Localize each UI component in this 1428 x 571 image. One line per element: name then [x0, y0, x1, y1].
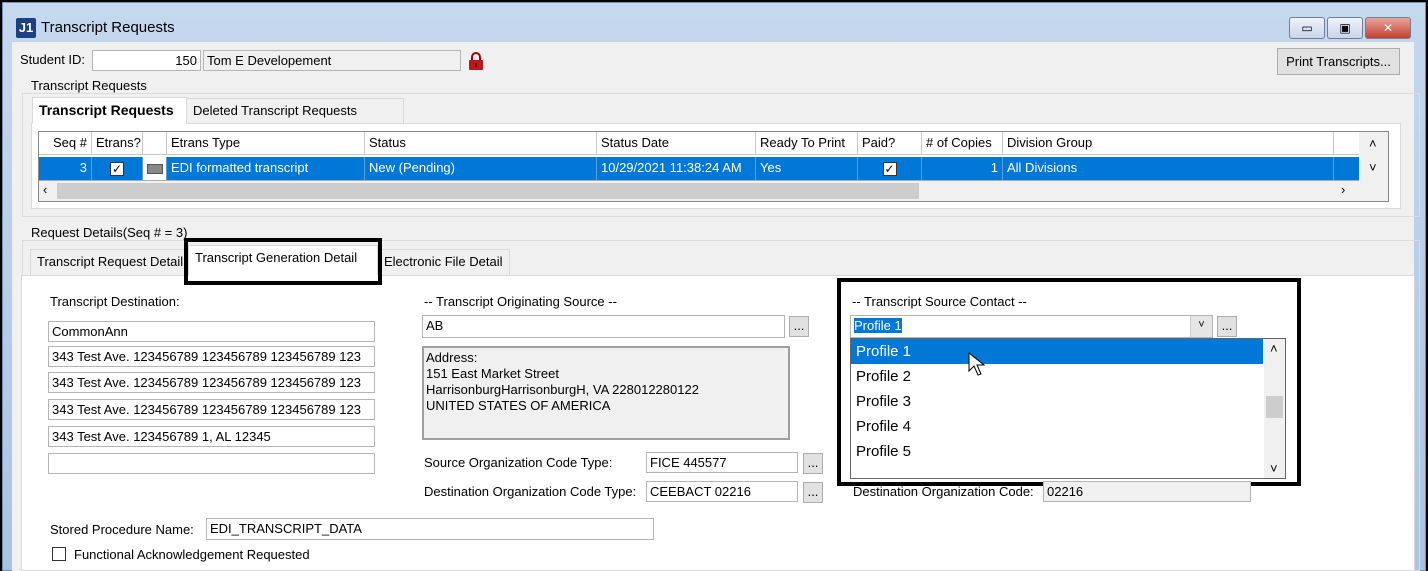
col-header-paid[interactable]: Paid? [858, 132, 922, 155]
scroll-up-icon[interactable]: ˄ [1369, 136, 1377, 151]
highlight-box-tab [184, 238, 382, 285]
vertical-scrollbar[interactable]: ˄ ˅ [1359, 132, 1388, 181]
source-code-type-lookup-button[interactable]: ... [803, 453, 823, 474]
col-header-icon[interactable] [143, 132, 167, 155]
dest-org-code-field: 02216 [1043, 481, 1251, 502]
col-header-seq[interactable]: Seq # [39, 132, 92, 155]
transcript-requests-group-label: Transcript Requests [29, 78, 149, 93]
tab-transcript-requests[interactable]: Transcript Requests [32, 97, 187, 124]
destination-line-1[interactable]: CommonAnn [48, 321, 375, 342]
address-country: UNITED STATES OF AMERICA [426, 398, 611, 413]
stored-procedure-label: Stored Procedure Name: [50, 522, 194, 537]
minimize-button[interactable]: ▭ [1289, 17, 1325, 39]
address-city: HarrisonburgHarrisonburgH, VA 2280122801… [426, 382, 699, 397]
student-id-input[interactable]: 150 [92, 50, 201, 71]
dest-code-type-lookup-button[interactable]: ... [803, 482, 823, 503]
address-street: 151 East Market Street [426, 366, 559, 381]
col-header-status-date[interactable]: Status Date [597, 132, 756, 155]
col-header-etrans-type[interactable]: Etrans Type [167, 132, 365, 155]
scrollbar-thumb[interactable] [57, 183, 919, 199]
cell-copies[interactable]: 1 [922, 157, 1003, 180]
cell-ready[interactable]: Yes [756, 157, 858, 180]
scroll-down-icon[interactable]: ˅ [1369, 160, 1377, 175]
destination-line-5[interactable]: 343 Test Ave. 123456789 1, AL 12345 [48, 426, 375, 447]
source-code-type-label: Source Organization Code Type: [424, 455, 613, 470]
cell-seq[interactable]: 3 [39, 157, 92, 180]
paid-checkbox[interactable]: ✓ [882, 161, 897, 176]
source-code-type-input[interactable]: FICE 445577 [646, 452, 798, 473]
window-title: Transcript Requests [41, 19, 175, 36]
dest-org-code-label: Destination Organization Code: [853, 484, 1034, 499]
lock-icon[interactable] [468, 52, 484, 70]
cell-status[interactable]: New (Pending) [365, 157, 597, 180]
etrans-checkbox[interactable]: ✓ [110, 161, 124, 176]
requests-grid: Seq # Etrans? Etrans Type Status Status … [38, 131, 1389, 202]
originating-source-label: -- Transcript Originating Source -- [424, 294, 617, 309]
destination-line-4[interactable]: 343 Test Ave. 123456789 123456789 123456… [48, 399, 375, 420]
student-name-field: Tom E Developement [203, 50, 461, 71]
print-transcripts-button[interactable]: Print Transcripts... [1277, 48, 1400, 75]
stored-procedure-input[interactable]: EDI_TRANSCRIPT_DATA [206, 518, 654, 540]
cell-division[interactable]: All Divisions [1003, 157, 1334, 180]
detail-icon [147, 163, 163, 174]
originating-source-lookup-button[interactable]: ... [789, 316, 809, 337]
col-header-division[interactable]: Division Group [1003, 132, 1334, 155]
request-details-group-label: Request Details(Seq # = 3) [29, 225, 190, 240]
cell-etrans-type[interactable]: EDI formatted transcript [167, 157, 365, 180]
cell-detail-button[interactable] [143, 157, 167, 180]
dest-code-type-label: Destination Organization Code Type: [424, 484, 637, 499]
close-button[interactable]: ✕ [1365, 17, 1411, 39]
originating-source-input[interactable]: AB [422, 315, 785, 338]
col-header-status[interactable]: Status [365, 132, 597, 155]
cell-paid[interactable]: ✓ [858, 157, 922, 180]
destination-line-6[interactable] [48, 453, 375, 474]
address-heading: Address: [426, 350, 478, 365]
cell-status-date[interactable]: 10/29/2021 11:38:24 AM [597, 157, 756, 180]
app-logo-icon: J1 [16, 18, 36, 38]
cell-etrans[interactable]: ✓ [92, 157, 143, 180]
acknowledgement-checkbox[interactable] [52, 547, 66, 561]
tab-transcript-request-detail[interactable]: Transcript Request Detail [30, 249, 190, 276]
col-header-ready[interactable]: Ready To Print [756, 132, 858, 155]
student-id-label: Student ID: [20, 52, 86, 67]
destination-line-2[interactable]: 343 Test Ave. 123456789 123456789 123456… [48, 346, 375, 367]
acknowledgement-label[interactable]: Functional Acknowledgement Requested [74, 547, 310, 562]
destination-line-3[interactable]: 343 Test Ave. 123456789 123456789 123456… [48, 372, 375, 393]
scroll-right-icon[interactable]: › [1341, 182, 1345, 197]
col-header-etrans[interactable]: Etrans? [92, 132, 143, 155]
tab-electronic-file-detail[interactable]: Electronic File Detail [377, 249, 510, 276]
dest-code-type-input[interactable]: CEEBACT 02216 [646, 481, 798, 502]
maximize-button[interactable]: ▣ [1327, 17, 1363, 39]
tab-deleted-transcript-requests[interactable]: Deleted Transcript Requests [186, 98, 404, 125]
scroll-left-icon[interactable]: ‹ [43, 182, 47, 197]
address-box: Address: 151 East Market Street Harrison… [422, 346, 790, 440]
col-header-copies[interactable]: # of Copies [922, 132, 1003, 155]
horizontal-scrollbar[interactable]: ‹ › [39, 181, 1388, 201]
highlight-box-contact [837, 278, 1301, 486]
destination-label: Transcript Destination: [50, 294, 180, 309]
